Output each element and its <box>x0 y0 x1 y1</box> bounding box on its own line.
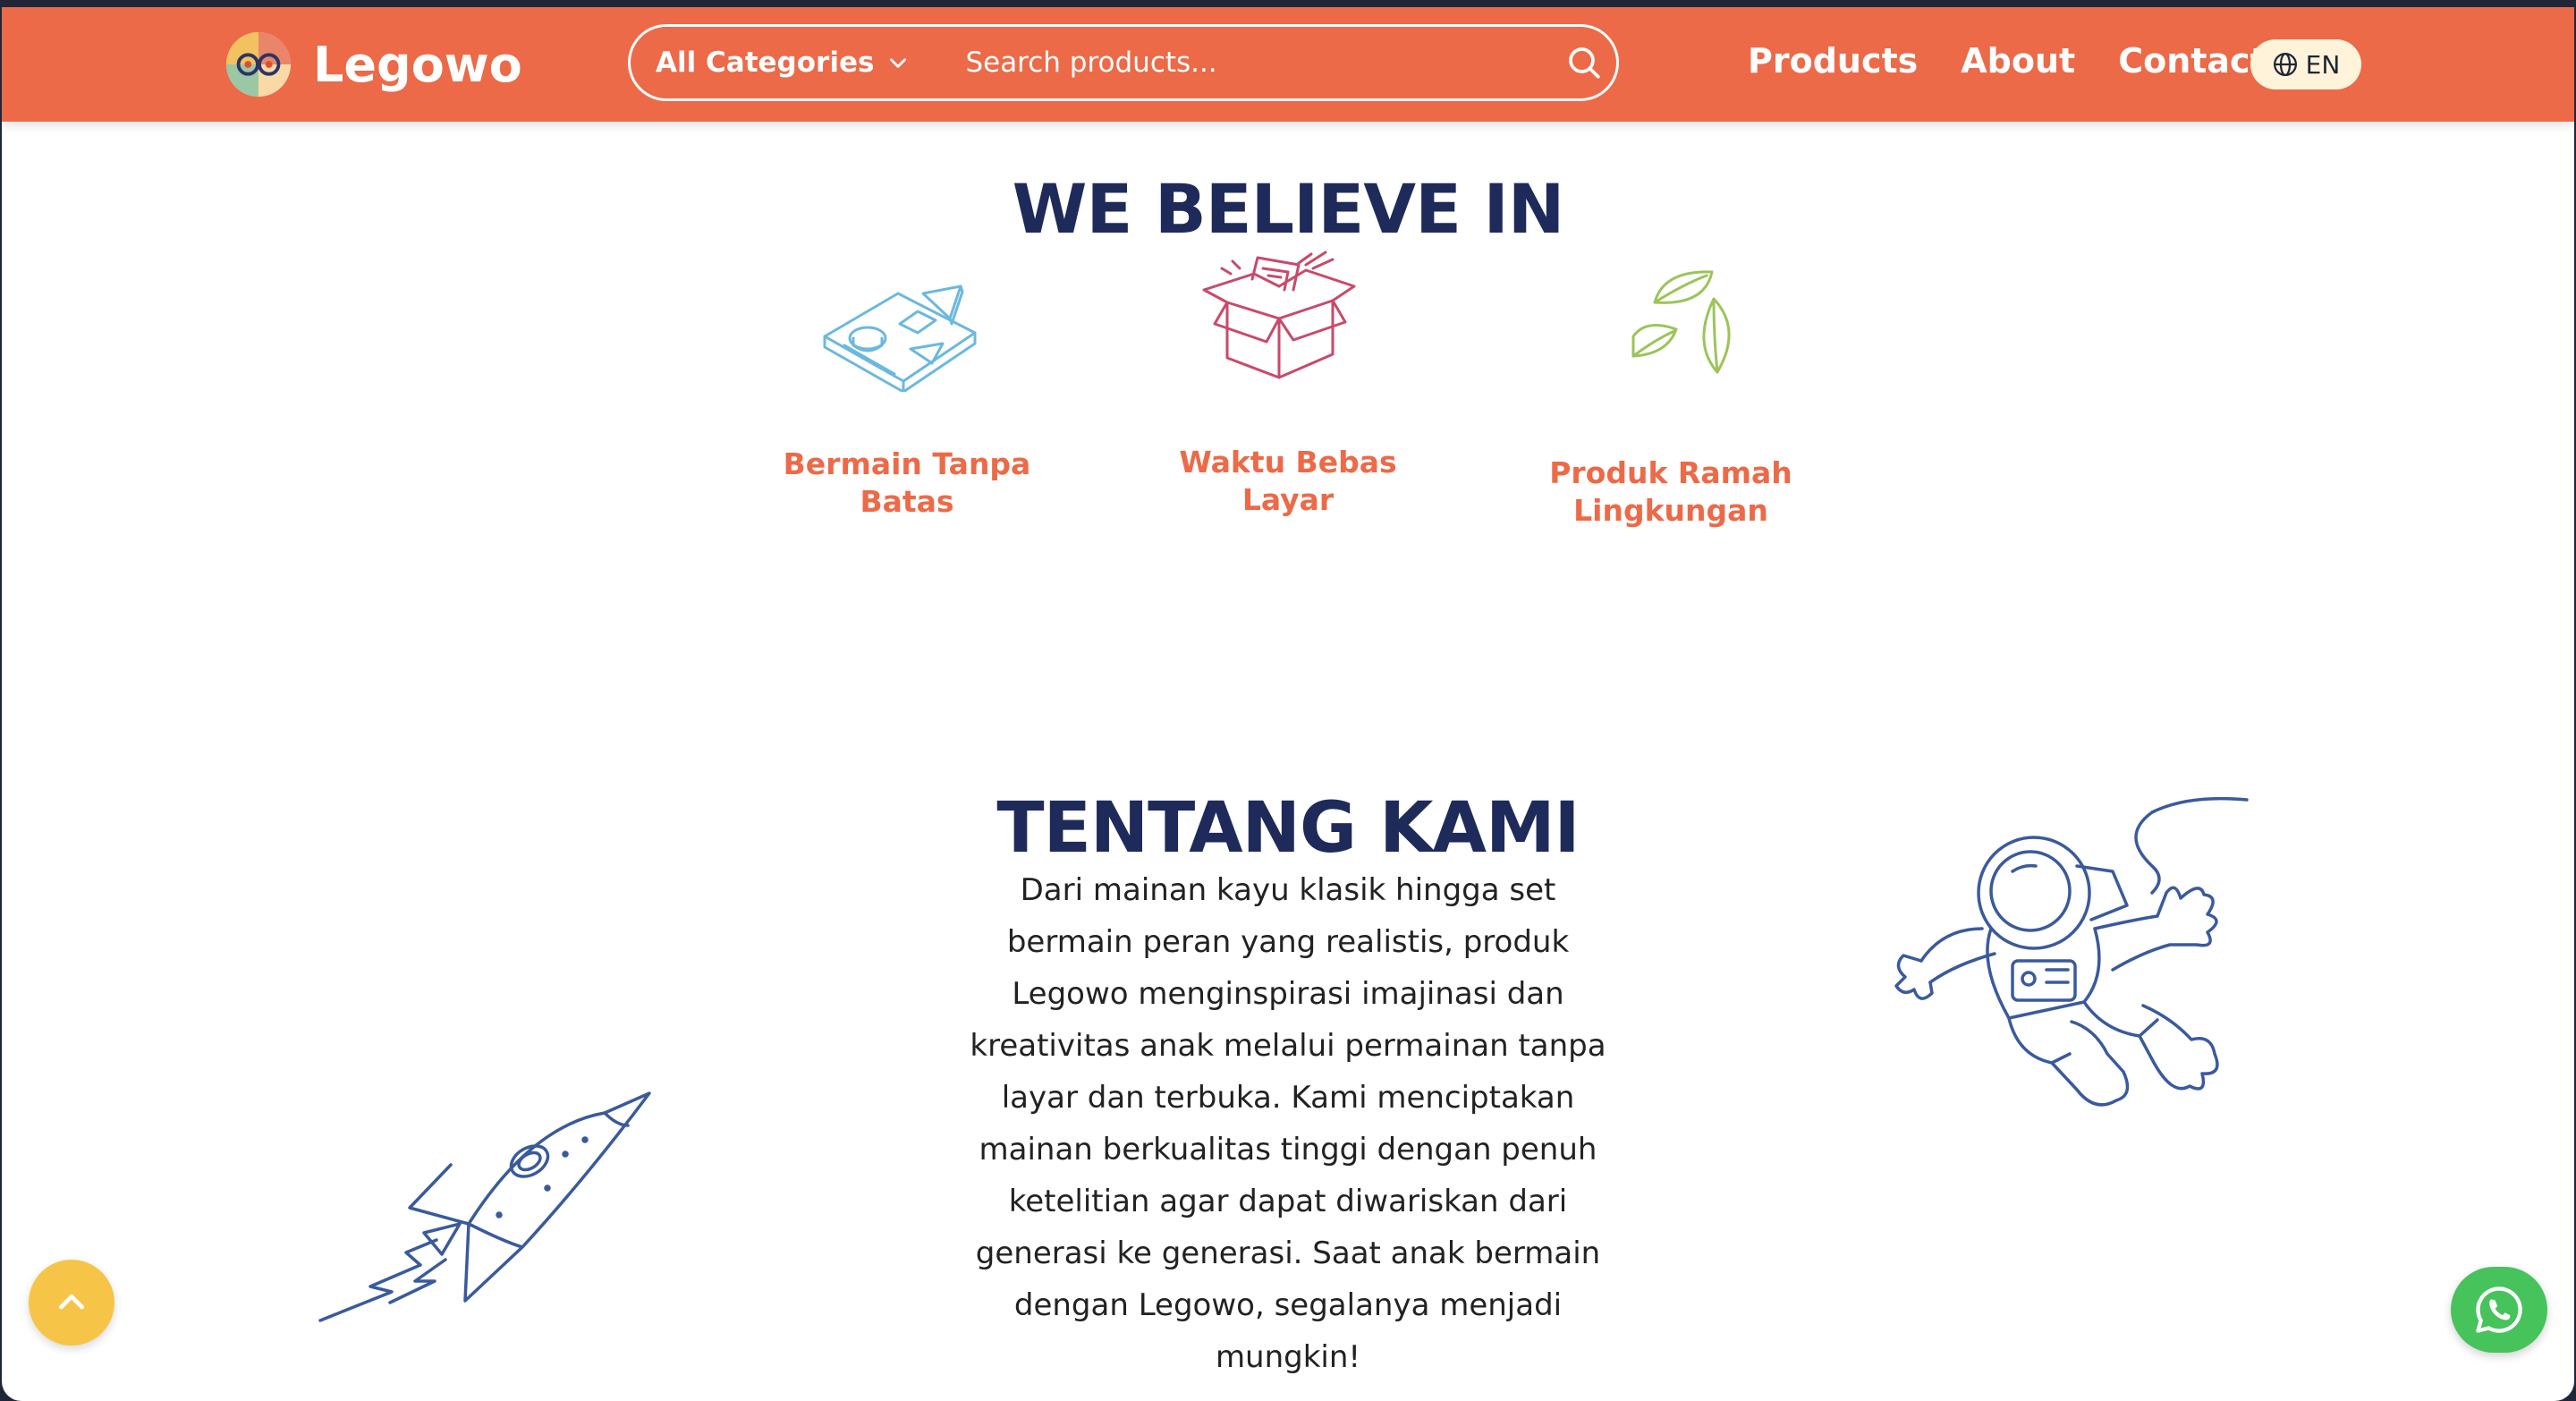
nav-contact-link[interactable]: Contact <box>2118 41 2267 81</box>
value-item-label: Waktu Bebas Layar <box>1179 445 1397 517</box>
leaves-icon <box>1631 270 1731 374</box>
whatsapp-chat-button[interactable] <box>2451 1267 2547 1353</box>
shape-sorter-icon <box>823 284 977 392</box>
values-section-title: WE BELIEVE IN <box>1012 169 1565 250</box>
language-label: EN <box>2305 49 2341 80</box>
search-bar: All Categories <box>628 24 1619 101</box>
search-input[interactable] <box>963 35 1594 90</box>
brand-name: Legowo <box>313 36 522 93</box>
nav-products-link[interactable]: Products <box>1748 41 1918 81</box>
value-item-label: Bermain Tanpa Batas <box>783 446 1031 519</box>
nav-about-link[interactable]: About <box>1961 41 2075 81</box>
whatsapp-icon <box>2476 1286 2522 1333</box>
category-dropdown-label: All Categories <box>656 47 875 79</box>
language-switcher[interactable]: EN <box>2250 39 2361 89</box>
header-navbar: Legowo All Categories Products About Con… <box>2 7 2574 122</box>
main-nav: Products About Contact <box>1748 41 2309 81</box>
globe-icon <box>2273 53 2297 76</box>
open-box-icon <box>1202 250 1356 379</box>
category-dropdown[interactable]: All Categories <box>656 47 910 79</box>
scroll-to-top-button[interactable] <box>29 1260 114 1346</box>
rocket-illustration <box>318 1091 651 1322</box>
astronaut-illustration <box>1894 796 2249 1107</box>
about-section-body: Dari mainan kayu klasik hingga set berma… <box>970 872 1606 1375</box>
brand-home-link[interactable]: Legowo <box>224 29 522 100</box>
search-icon[interactable] <box>1566 45 1602 81</box>
chevron-up-icon <box>59 1295 84 1310</box>
chevron-down-icon <box>890 58 907 68</box>
page-frame: Legowo All Categories Products About Con… <box>2 7 2574 1401</box>
value-item-label: Produk Ramah Lingkungan <box>1549 455 1792 528</box>
legowo-logo-icon <box>225 31 292 98</box>
